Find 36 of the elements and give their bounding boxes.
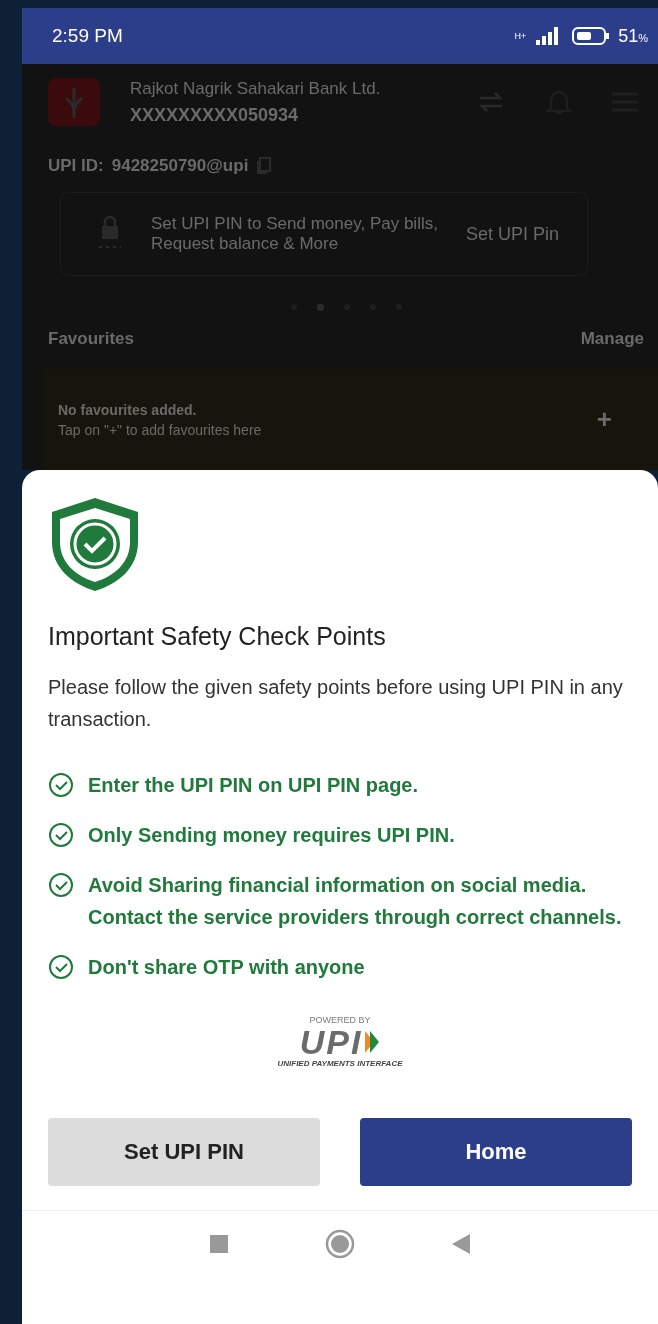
bank-logo [48, 78, 100, 126]
safety-point: Don't share OTP with anyone [88, 955, 365, 980]
sheet-intro: Please follow the given safety points before using UPI PIN in any transaction. [48, 675, 624, 732]
upi-id: 9428250790@upi [111, 156, 249, 176]
bank-name: Rajkot Nagrik Sahakari Bank Ltd. [130, 78, 382, 99]
upi-logo: UPI [299, 1025, 363, 1059]
safety-point: Enter the UPI PIN on UPI PIN page. [88, 773, 419, 798]
sheet-title: Important Safety Check Points [48, 622, 387, 651]
battery-icon [572, 26, 611, 46]
manage-link[interactable]: Manage [580, 329, 644, 349]
copy-icon[interactable] [256, 157, 273, 175]
safety-point: Avoid Sharing financial information on social media. Contact the service providers through correct channels. [88, 873, 623, 930]
recents-icon[interactable] [210, 1235, 229, 1253]
battery-level: 51% [618, 25, 648, 47]
upi-id-label: UPI ID: [48, 156, 104, 176]
safety-point: Only Sending money requires UPI PIN. [88, 823, 455, 848]
add-favourite-button[interactable]: + [590, 403, 618, 436]
back-icon[interactable] [451, 1234, 470, 1254]
set-pin-link[interactable]: Set UPI Pin [465, 223, 559, 245]
status-time: 2:59 PM [52, 25, 124, 47]
check-circle-icon [48, 954, 74, 980]
check-circle-icon [48, 822, 74, 848]
network-type: H+ [514, 31, 527, 41]
check-circle-icon [48, 772, 74, 798]
favourites-title: Favourites [48, 329, 134, 349]
check-circle-icon [48, 872, 74, 898]
home-button[interactable]: Home [360, 1118, 632, 1186]
set-pin-button[interactable]: Set UPI PIN [48, 1118, 320, 1186]
home-circle-icon[interactable] [325, 1229, 355, 1259]
powered-by: POWERED BY [309, 1015, 371, 1025]
banner-message: Set UPI PIN to Send money, Pay bills, Request balance & More [151, 214, 438, 254]
empty-title: No favourites added. [58, 401, 198, 418]
empty-hint: Tap on "+" to add favourites here [58, 421, 263, 438]
upi-tagline: UNIFIED PAYMENTS INTERFACE [277, 1059, 403, 1068]
account-number: XXXXXXXXX050934 [130, 104, 300, 126]
upi-arrow-icon [364, 1030, 381, 1054]
